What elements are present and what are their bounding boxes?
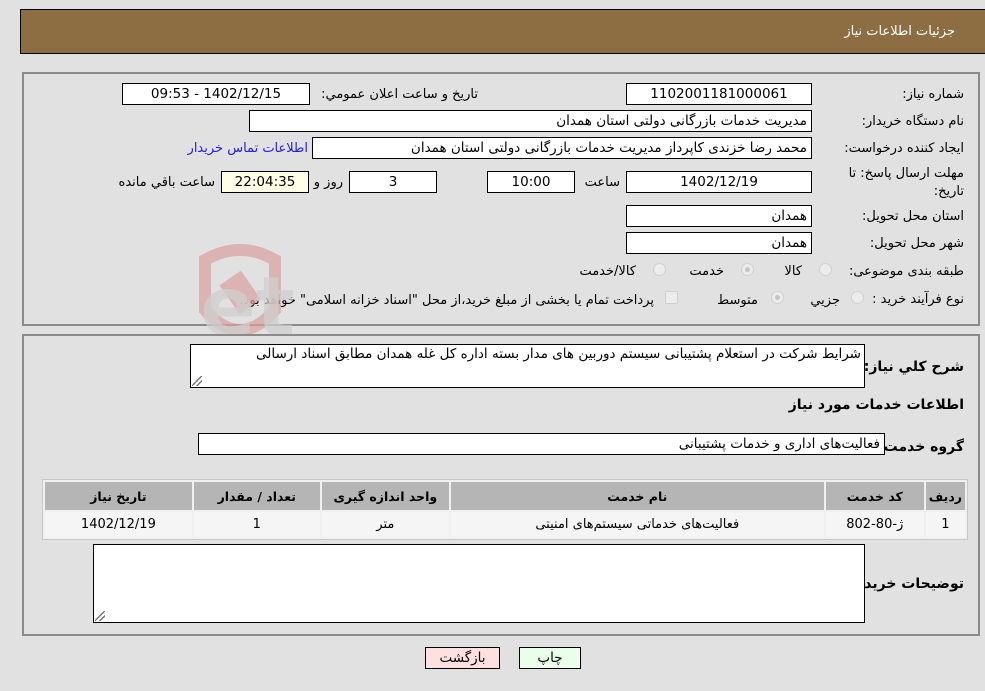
category-radio-goods[interactable]	[819, 263, 832, 276]
need-number-field[interactable]: 1102001181000061	[626, 83, 812, 105]
col-header-quantity: تعداد / مقدار	[193, 482, 320, 510]
buyer-org-field[interactable]: مدیریت خدمات بازرگانی دولتی استان همدان	[249, 110, 812, 132]
col-header-unit: واحد اندازه گیری	[321, 482, 449, 510]
announce-datetime-label: تاریخ و ساعت اعلان عمومي:	[321, 87, 478, 102]
buyer-org-label: نام دستگاه خريدار:	[861, 114, 964, 129]
cell-unit: متر	[321, 512, 449, 537]
delivery-province-label: استان محل تحویل:	[862, 209, 964, 224]
category-option-goods: کالا	[784, 264, 802, 279]
category-radio-service[interactable]	[741, 263, 754, 276]
delivery-city-label: شهر محل تحویل:	[869, 236, 964, 251]
purchase-type-label: نوع فرآیند خرید :	[872, 292, 964, 307]
purchase-type-option-medium: متوسط	[717, 293, 758, 308]
col-header-need-date: تاریخ نیاز	[45, 482, 192, 510]
purchase-type-option-minor: جزيي	[810, 293, 840, 308]
purchase-type-radio-medium[interactable]	[771, 291, 784, 304]
remaining-time-field: 22:04:35	[221, 171, 309, 193]
service-group-field[interactable]: فعالیت‌های اداری و خدمات پشتیبانی	[198, 433, 885, 455]
category-option-service: خدمت	[689, 264, 724, 279]
description-text: شرایط شرکت در استعلام پشتیبانی سیستم دور…	[255, 346, 861, 362]
buyer-notes-textarea[interactable]	[93, 544, 865, 623]
category-option-goods-service: کالا/خدمت	[579, 264, 636, 279]
services-panel: شرح كلي نياز: شرایط شرکت در استعلام پشتی…	[22, 334, 980, 636]
col-header-service-code: کد خدمت	[825, 482, 924, 510]
announce-datetime-field[interactable]: 1402/12/15 - 09:53	[122, 83, 310, 105]
deadline-time-label: ساعت	[584, 175, 620, 190]
category-radio-goods-service[interactable]	[653, 263, 666, 276]
cell-row-number: 1	[925, 512, 965, 537]
category-label: طبقه بندی موضوعی:	[848, 264, 964, 279]
deadline-label-line1: مهلت ارسال پاسخ: تا	[848, 166, 964, 181]
need-details-panel: شماره نیاز: 1102001181000061 تاریخ و ساع…	[22, 72, 980, 326]
delivery-province-field[interactable]: همدان	[626, 205, 812, 227]
requester-field[interactable]: محمد رضا خزندی کاپرداز مدیریت خدمات بازر…	[312, 137, 812, 159]
buyer-contact-link[interactable]: اطلاعات تماس خریدار	[188, 141, 308, 156]
delivery-city-field[interactable]: همدان	[626, 232, 812, 254]
resize-grip-icon[interactable]	[192, 376, 202, 386]
page-title: جزئیات اطلاعات نیاز	[844, 24, 955, 39]
services-table: ردیف کد خدمت نام خدمت واحد اندازه گیری ت…	[42, 479, 968, 540]
page-header: جزئیات اطلاعات نیاز	[20, 9, 985, 54]
treasury-checkbox[interactable]	[665, 291, 678, 304]
deadline-time-field[interactable]: 10:00	[487, 171, 575, 193]
description-label: شرح كلي نياز:	[863, 359, 964, 375]
deadline-date-field[interactable]: 1402/12/19	[626, 171, 812, 193]
purchase-type-radio-minor[interactable]	[851, 291, 864, 304]
resize-grip-icon[interactable]	[95, 611, 105, 621]
requester-label: ایجاد کننده درخواست:	[844, 141, 964, 156]
cell-service-code: ژ-80-802	[825, 512, 924, 537]
cell-service-name: فعالیت‌های خدماتی سیستم‌های امنیتی	[450, 512, 824, 537]
cell-need-date: 1402/12/19	[45, 512, 192, 537]
deadline-label-line2: تاریخ:	[933, 184, 964, 199]
need-number-label: شماره نیاز:	[902, 87, 964, 102]
description-textarea[interactable]: شرایط شرکت در استعلام پشتیبانی سیستم دور…	[190, 344, 865, 388]
services-section-title: اطلاعات خدمات مورد نياز	[788, 397, 964, 413]
days-label: روز و	[313, 175, 343, 190]
treasury-note: پرداخت تمام یا بخشی از مبلغ خرید،از محل …	[239, 293, 654, 308]
remaining-time-label: ساعت باقي مانده	[118, 175, 215, 190]
cell-quantity: 1	[193, 512, 320, 537]
table-row: 1 ژ-80-802 فعالیت‌های خدماتی سیستم‌های ا…	[45, 512, 965, 537]
print-button[interactable]: چاپ	[519, 647, 581, 669]
table-header-row: ردیف کد خدمت نام خدمت واحد اندازه گیری ت…	[45, 482, 965, 510]
col-header-row-number: ردیف	[925, 482, 965, 510]
col-header-service-name: نام خدمت	[450, 482, 824, 510]
remaining-days-field[interactable]: 3	[349, 171, 437, 193]
service-group-label: گروه خدمت:	[878, 439, 964, 455]
back-button[interactable]: بازگشت	[425, 647, 500, 669]
